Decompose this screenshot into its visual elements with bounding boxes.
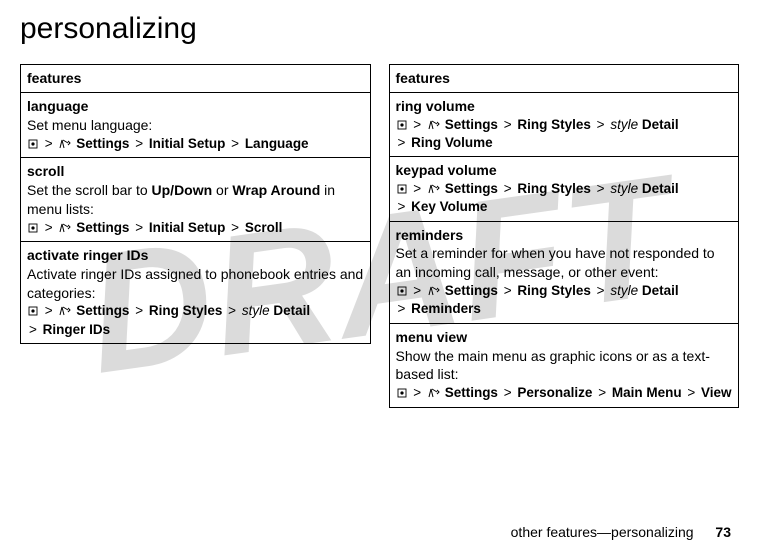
crumb-step: Settings (445, 385, 498, 400)
crumb-style: style (610, 181, 638, 196)
desc-bold: Up/Down (152, 182, 213, 198)
row-scroll: scroll Set the scroll bar to Up/Down or … (21, 157, 371, 241)
row-desc: Set the scroll bar to Up/Down or Wrap Ar… (27, 181, 364, 219)
crumb-step: Settings (445, 117, 498, 132)
row-subhead: reminders (396, 226, 733, 245)
crumb-style: style (610, 117, 638, 132)
row-ringer-ids: activate ringer IDs Activate ringer IDs … (21, 241, 371, 343)
row-keypad-volume: keypad volume > Settings > Ring Styles >… (389, 157, 739, 221)
crumb-step: Ring Styles (517, 117, 591, 132)
crumb-style: style (242, 303, 270, 318)
crumb-step: Key Volume (411, 199, 487, 214)
crumb-step: Settings (445, 181, 498, 196)
settings-icon (58, 303, 72, 318)
row-crumb: > Settings > Initial Setup > Language (27, 135, 364, 153)
crumb-step: Personalize (517, 385, 592, 400)
row-crumb: > Settings > Ring Styles > style Detail … (396, 282, 733, 318)
crumb-step: Settings (76, 220, 129, 235)
row-subhead: ring volume (396, 97, 733, 116)
crumb-style: style (610, 283, 638, 298)
row-subhead: menu view (396, 328, 733, 347)
crumb-step: Detail (642, 181, 679, 196)
desc-pre: Set the scroll bar to (27, 182, 152, 198)
row-crumb: > Settings > Ring Styles > style Detail … (396, 116, 733, 152)
crumb-step: Detail (273, 303, 310, 318)
crumb-step: View (701, 385, 732, 400)
crumb-step: Main Menu (612, 385, 682, 400)
crumb-step: Detail (642, 117, 679, 132)
settings-icon (58, 136, 72, 151)
left-column: features language Set menu language: > S… (20, 64, 371, 408)
row-crumb: > Settings > Ring Styles > style Detail … (396, 180, 733, 216)
crumb-step: Ring Styles (517, 181, 591, 196)
left-table: features language Set menu language: > S… (20, 64, 371, 344)
row-crumb: > Settings > Personalize > Main Menu > V… (396, 384, 733, 402)
crumb-step: Scroll (245, 220, 283, 235)
crumb-step: Ring Volume (411, 135, 493, 150)
row-ring-volume: ring volume > Settings > Ring Styles > s… (389, 92, 739, 156)
crumb-step: Ring Styles (149, 303, 223, 318)
crumb-step: Initial Setup (149, 220, 226, 235)
settings-icon (427, 385, 441, 400)
row-desc: Show the main menu as graphic icons or a… (396, 347, 733, 385)
row-crumb: > Settings > Ring Styles > style Detail … (27, 302, 364, 338)
center-key-icon (396, 385, 408, 400)
page-title: personalizing (20, 12, 739, 46)
row-subhead: language (27, 97, 364, 116)
row-subhead: activate ringer IDs (27, 246, 364, 265)
crumb-step: Initial Setup (149, 136, 226, 151)
row-desc: Activate ringer IDs assigned to phoneboo… (27, 265, 364, 303)
footer-text: other features—personalizing (511, 524, 694, 540)
crumb-step: Language (245, 136, 309, 151)
page-footer: other features—personalizing 73 (511, 524, 731, 540)
settings-icon (58, 220, 72, 235)
desc-bold: Wrap Around (232, 182, 320, 198)
crumb-step: Ring Styles (517, 283, 591, 298)
table-header: features (21, 65, 371, 93)
page-number: 73 (715, 524, 731, 540)
right-table: features ring volume > Settings > Ring S… (389, 64, 740, 408)
center-key-icon (396, 181, 408, 196)
center-key-icon (396, 117, 408, 132)
center-key-icon (27, 220, 39, 235)
row-reminders: reminders Set a reminder for when you ha… (389, 221, 739, 323)
row-desc: Set a reminder for when you have not res… (396, 244, 733, 282)
center-key-icon (396, 283, 408, 298)
table-header: features (389, 65, 739, 93)
row-subhead: keypad volume (396, 161, 733, 180)
content-columns: features language Set menu language: > S… (20, 64, 739, 408)
settings-icon (427, 181, 441, 196)
crumb-step: Settings (445, 283, 498, 298)
center-key-icon (27, 136, 39, 151)
row-language: language Set menu language: > Settings >… (21, 92, 371, 157)
row-crumb: > Settings > Initial Setup > Scroll (27, 219, 364, 237)
settings-icon (427, 283, 441, 298)
crumb-step: Detail (642, 283, 679, 298)
row-menu-view: menu view Show the main menu as graphic … (389, 323, 739, 407)
crumb-step: Ringer IDs (43, 322, 111, 337)
crumb-step: Settings (76, 303, 129, 318)
right-column: features ring volume > Settings > Ring S… (389, 64, 740, 408)
row-desc: Set menu language: (27, 116, 364, 135)
center-key-icon (27, 303, 39, 318)
crumb-step: Reminders (411, 301, 481, 316)
row-subhead: scroll (27, 162, 364, 181)
settings-icon (427, 117, 441, 132)
desc-mid: or (212, 182, 232, 198)
crumb-step: Settings (76, 136, 129, 151)
